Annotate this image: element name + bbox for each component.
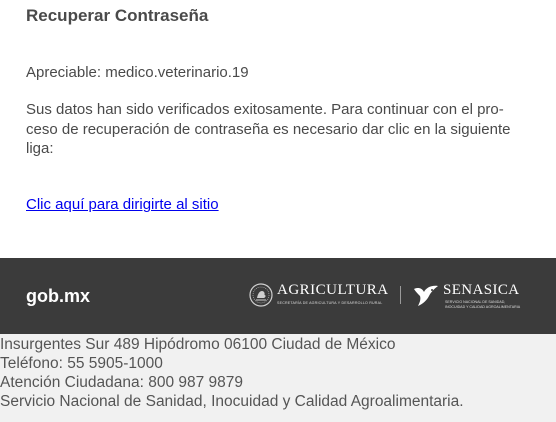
message-line: ceso de recuperación de contraseña es ne… xyxy=(26,120,511,138)
senasica-logo: SENASICA SERVICIO NACIONAL DE SANIDAD, I… xyxy=(412,280,537,312)
message-body: Sus datos han sido verificados exitosame… xyxy=(26,100,536,159)
gob-mx-logo: gob.mx xyxy=(26,286,91,306)
agricultura-name: AGRICULTURA xyxy=(277,282,389,298)
message-line: liga: xyxy=(26,140,54,157)
logo-divider xyxy=(400,286,401,304)
contact-footer: Insurgentes Sur 489 Hipódromo 06100 Ciud… xyxy=(0,334,556,422)
senasica-subtitle-line: INOCUIDAD Y CALIDAD AGROALIMENTARIA xyxy=(445,304,521,309)
mexican-coat-of-arms-icon xyxy=(249,283,273,307)
footer-phone: Teléfono: 55 5905-1000 xyxy=(0,355,163,372)
greeting-text: Apreciable: medico.veterinario.19 xyxy=(26,64,249,81)
senasica-subtitle: SERVICIO NACIONAL DE SANIDAD, INOCUIDAD … xyxy=(445,300,520,309)
senasica-name: SENASICA xyxy=(443,282,520,298)
agricultura-subtitle: SECRETARÍA DE AGRICULTURA Y DESARROLLO R… xyxy=(277,301,383,305)
contact-info: Insurgentes Sur 489 Hipódromo 06100 Ciud… xyxy=(0,335,464,411)
page-title: Recuperar Contraseña xyxy=(26,6,209,25)
senasica-eagle-icon xyxy=(414,285,438,306)
agricultura-logo: AGRICULTURA SECRETARÍA DE AGRICULTURA Y … xyxy=(249,280,394,312)
footer-agency: Servicio Nacional de Sanidad, Inocuidad … xyxy=(0,393,464,410)
recovery-link[interactable]: Clic aquí para dirigirte al sitio xyxy=(26,196,219,213)
government-banner: gob.mx AGRICULTURA SECRETARÍA DE AGRICUL… xyxy=(0,258,556,334)
footer-citizen-service: Atención Ciudadana: 800 987 9879 xyxy=(0,374,244,391)
email-page: Recuperar Contraseña Apreciable: medico.… xyxy=(0,0,556,422)
message-line: Sus datos han sido verificados exitosame… xyxy=(26,101,504,118)
footer-address: Insurgentes Sur 489 Hipódromo 06100 Ciud… xyxy=(0,336,396,353)
